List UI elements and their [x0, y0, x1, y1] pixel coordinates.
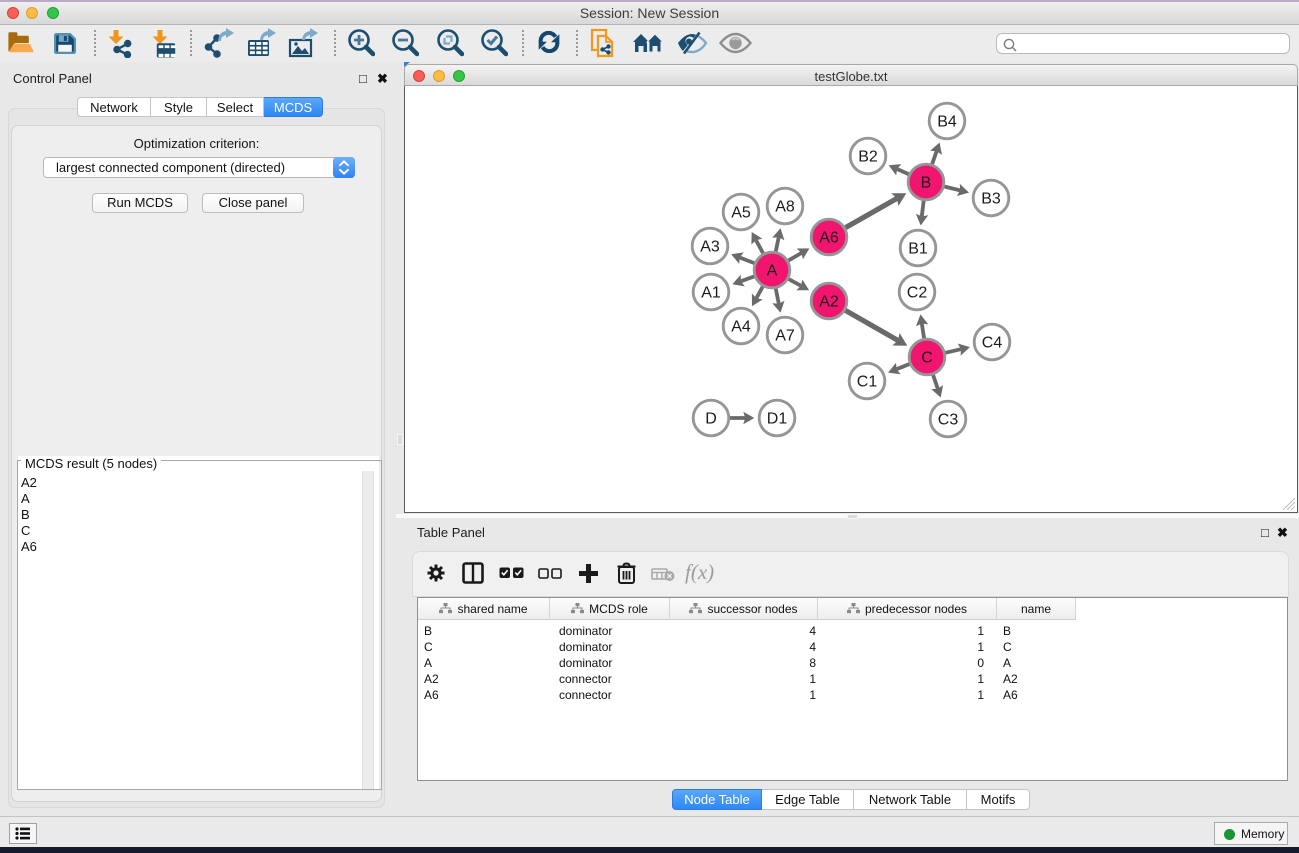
svg-text:D1: D1: [767, 411, 788, 428]
svg-text:D: D: [705, 411, 717, 428]
svg-text:C2: C2: [907, 285, 928, 302]
svg-text:C: C: [921, 350, 933, 367]
svg-text:B3: B3: [981, 191, 1001, 208]
svg-text:A2: A2: [819, 294, 839, 311]
svg-text:C1: C1: [857, 374, 878, 391]
svg-text:B2: B2: [858, 149, 878, 166]
svg-text:C4: C4: [982, 335, 1003, 352]
svg-text:A4: A4: [731, 319, 751, 336]
svg-text:B1: B1: [908, 241, 928, 258]
svg-text:A3: A3: [700, 239, 720, 256]
svg-text:B4: B4: [937, 114, 957, 131]
svg-text:B: B: [921, 175, 932, 192]
svg-text:A7: A7: [775, 328, 795, 345]
svg-text:A1: A1: [701, 285, 721, 302]
svg-text:A6: A6: [819, 230, 839, 247]
svg-text:A8: A8: [775, 199, 795, 216]
svg-text:A: A: [767, 263, 778, 280]
svg-text:A5: A5: [731, 205, 751, 222]
svg-text:C3: C3: [938, 412, 959, 429]
